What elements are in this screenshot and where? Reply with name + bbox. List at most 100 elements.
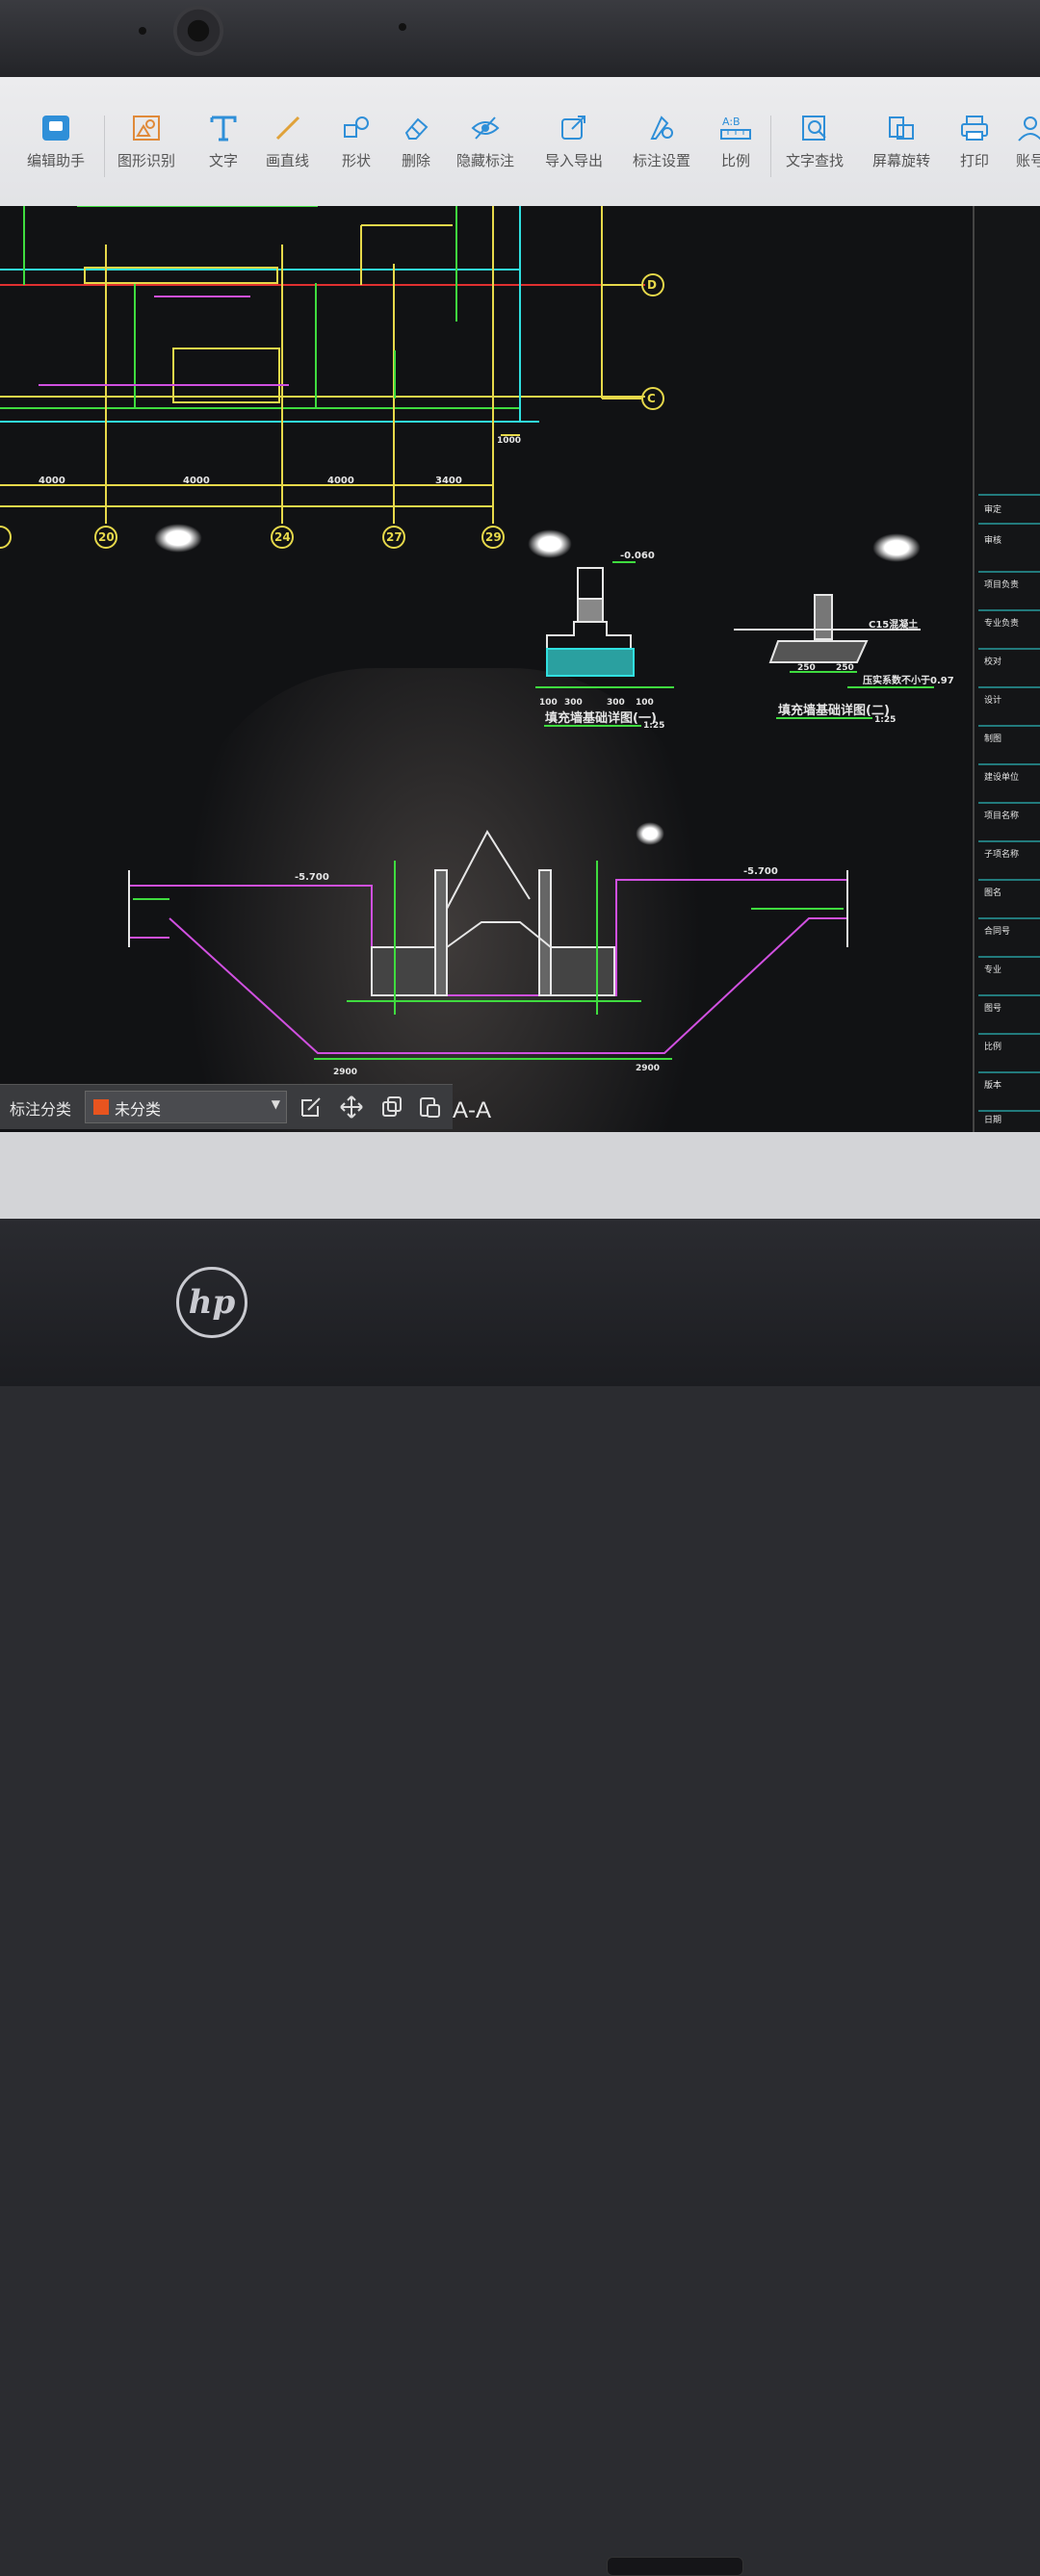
- light-glare: [528, 529, 572, 558]
- detail1-level: -0.060: [620, 551, 655, 561]
- toolbar-assistant[interactable]: 编辑助手: [27, 112, 85, 170]
- title-row: 设计: [984, 694, 1001, 706]
- axis-label-29: 29: [485, 530, 502, 544]
- mic-dot: [139, 27, 146, 35]
- toolbar-text[interactable]: 文字: [206, 112, 241, 170]
- section-dim: 2900: [636, 1064, 660, 1073]
- toolbar: 编辑助手 图形识别 文字 画直线 形状 删除 隐藏标注 导入导出 标注设置 A:…: [0, 77, 1040, 206]
- toolbar-divider: [104, 116, 105, 177]
- title-row: 建设单位: [984, 771, 1019, 783]
- dim-label: 4000: [327, 476, 354, 486]
- scale-icon: A:B: [718, 112, 753, 144]
- detail1-title: 填充墙基础详图(一): [545, 710, 657, 726]
- annotation-category-label: 标注分类: [10, 1100, 72, 1119]
- light-glare: [154, 524, 202, 553]
- title-row: 校对: [984, 656, 1001, 667]
- title-row: 比例: [984, 1041, 1001, 1052]
- title-row: 项目负责: [984, 579, 1019, 590]
- toolbar-print[interactable]: 打印: [957, 112, 992, 170]
- toolbar-delete[interactable]: 删除: [399, 112, 433, 170]
- detail1-scale: 1:25: [643, 721, 664, 731]
- detail1-dim: 300: [564, 698, 583, 708]
- light-glare: [636, 822, 664, 845]
- account-icon: [1013, 112, 1040, 144]
- edit-icon: [301, 1097, 321, 1117]
- detail1-dim: 100: [539, 698, 558, 708]
- title-row: 审核: [984, 534, 1001, 546]
- toolbar-scale[interactable]: A:B 比例: [718, 112, 753, 170]
- edit-annotation-button[interactable]: [297, 1093, 325, 1121]
- toolbar-account[interactable]: 账号: [1013, 112, 1040, 170]
- print-icon: [957, 112, 992, 144]
- screen-rotate-icon: [884, 112, 919, 144]
- section-level: -5.700: [743, 866, 778, 877]
- title-row: 项目名称: [984, 810, 1019, 821]
- section-title: A-A: [453, 1097, 492, 1123]
- shapes-icon: [339, 112, 374, 144]
- copy-annotation-button[interactable]: [377, 1093, 406, 1121]
- assistant-icon: [39, 112, 73, 144]
- toolbar-text-search[interactable]: 文字查找: [786, 112, 844, 170]
- cad-canvas[interactable]: D C 20 24 27 29 4000 4000 4000 3400 1000…: [0, 206, 973, 1132]
- line-icon: [271, 112, 305, 144]
- dim-label: 4000: [39, 476, 65, 486]
- laptop-bezel-bottom: [0, 1219, 1040, 2576]
- toolbar-screen-rotate[interactable]: 屏幕旋转: [872, 112, 930, 170]
- title-row: 合同号: [984, 925, 1010, 937]
- paste-icon: [420, 1097, 440, 1118]
- axis-label-20: 20: [98, 530, 115, 544]
- webcam-icon: [173, 6, 223, 56]
- move-icon: [340, 1095, 363, 1119]
- detail2-title: 填充墙基础详图(二): [778, 703, 890, 718]
- detail1-dim: 300: [607, 698, 625, 708]
- section-dim: 2900: [333, 1068, 357, 1077]
- toolbar-shape-recognize[interactable]: 图形识别: [117, 112, 175, 170]
- title-row: 制图: [984, 733, 1001, 744]
- toolbar-divider: [770, 116, 771, 177]
- title-row: 日期: [984, 1115, 1001, 1125]
- title-block: 审定 审核 项目负责 专业负责 校对 设计 制图 建设单位 项目名称 子项名称 …: [973, 206, 1040, 1132]
- text-search-icon: [797, 112, 832, 144]
- light-glare: [872, 533, 921, 562]
- toolbar-line[interactable]: 画直线: [266, 112, 309, 170]
- title-row: 版本: [984, 1079, 1001, 1091]
- category-color-swatch: [93, 1099, 109, 1115]
- eraser-icon: [399, 112, 433, 144]
- paste-annotation-button[interactable]: [416, 1093, 445, 1121]
- annotation-category-select[interactable]: 未分类 ▼: [85, 1091, 287, 1123]
- detail1-dim: 100: [636, 698, 654, 708]
- chevron-down-icon: ▼: [271, 1097, 280, 1111]
- detail2-dim: 250: [797, 663, 816, 673]
- detail2-scale: 1:25: [874, 715, 896, 725]
- dim-label: 3400: [435, 476, 462, 486]
- hp-logo: hp: [176, 1267, 247, 1338]
- annotation-settings-icon: [644, 112, 679, 144]
- detail2-dim: 250: [836, 663, 854, 673]
- toolbar-annotation-settings[interactable]: 标注设置: [633, 112, 690, 170]
- detail2-note: C15混凝土: [869, 618, 918, 631]
- section-level: -5.700: [295, 872, 329, 883]
- title-row: 专业负责: [984, 617, 1019, 629]
- title-row: 子项名称: [984, 848, 1019, 860]
- category-value: 未分类: [115, 1100, 162, 1119]
- move-annotation-button[interactable]: [337, 1093, 366, 1121]
- screen: 编辑助手 图形识别 文字 画直线 形状 删除 隐藏标注 导入导出 标注设置 A:…: [0, 77, 1040, 1219]
- shape-recognize-icon: [129, 112, 164, 144]
- axis-label-24: 24: [274, 530, 291, 544]
- sensor-dot: [399, 23, 406, 31]
- status-bar: [0, 1132, 1040, 1219]
- axis-label-c: C: [647, 392, 656, 405]
- toolbar-shapes[interactable]: 形状: [339, 112, 374, 170]
- title-row: 审定: [984, 503, 1001, 515]
- hide-eye-icon: [468, 112, 503, 144]
- axis-label-d: D: [647, 278, 657, 292]
- toolbar-import-export[interactable]: 导入导出: [545, 112, 603, 170]
- cad-drawing: D C 20 24 27 29 4000 4000 4000 3400 1000…: [0, 206, 954, 1077]
- dim-label: 1000: [497, 436, 521, 446]
- title-row: 专业: [984, 964, 1001, 975]
- text-icon: [206, 112, 241, 144]
- title-row: 图号: [984, 1003, 1001, 1014]
- toolbar-hide-annotation[interactable]: 隐藏标注: [456, 112, 514, 170]
- laptop-bezel-top: [0, 0, 1040, 77]
- detail2-fill: 压实系数不小于0.97: [863, 674, 954, 686]
